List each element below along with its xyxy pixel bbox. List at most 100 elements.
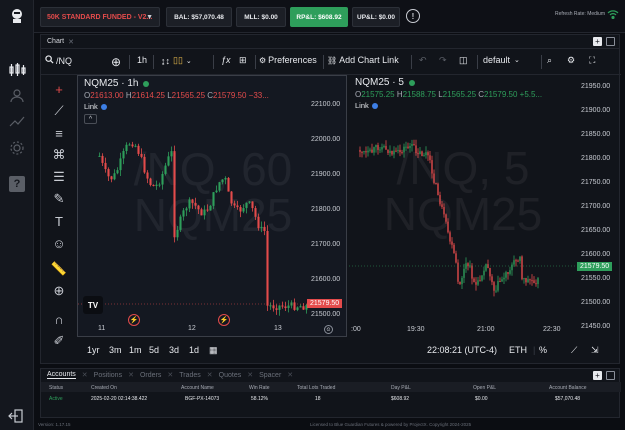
col-day-pnl[interactable]: Day P&L bbox=[391, 385, 411, 391]
fullscreen-icon[interactable]: ⛶ bbox=[589, 55, 595, 66]
horizontal-lines-icon[interactable]: ≡ bbox=[51, 125, 67, 141]
candle-body bbox=[525, 278, 527, 283]
left-link[interactable]: Link bbox=[84, 102, 107, 111]
account-select[interactable]: 50K STANDARD FUNDED - V2... ▼ bbox=[40, 7, 160, 27]
quick-search-icon[interactable]: ⌕ bbox=[547, 55, 552, 66]
interval-button[interactable]: 1h bbox=[137, 55, 147, 65]
tab-trades[interactable]: Trades bbox=[179, 372, 201, 379]
candle-body bbox=[457, 262, 459, 282]
candle-body bbox=[379, 149, 381, 151]
left-high: 21614.25 bbox=[131, 91, 165, 100]
y-tick: 22100.00 bbox=[311, 101, 341, 108]
candle-body bbox=[101, 155, 104, 163]
col-account-name[interactable]: Account Name bbox=[181, 385, 214, 391]
ruler-icon[interactable]: 📏 bbox=[51, 261, 67, 277]
candle-body bbox=[407, 146, 409, 148]
pencil-lock-icon[interactable]: ✐ bbox=[51, 333, 67, 349]
candle-body bbox=[391, 150, 393, 155]
col-created[interactable]: Created On bbox=[91, 385, 117, 391]
brand-logo-icon[interactable] bbox=[7, 6, 27, 26]
trendline-icon[interactable]: ⟋ bbox=[51, 103, 67, 119]
cell-open-pnl: $0.00 bbox=[475, 396, 488, 402]
preferences-button[interactable]: ⚙ Preferences bbox=[259, 55, 317, 65]
add-chart-link-button[interactable]: ⛓ Add Chart Link bbox=[327, 55, 399, 65]
chart-settings-icon[interactable]: ⚙ bbox=[567, 55, 575, 66]
range-3m[interactable]: 3m bbox=[109, 345, 122, 355]
col-account-balance[interactable]: Account Balance bbox=[549, 385, 587, 391]
percent-toggle[interactable]: % bbox=[539, 345, 547, 355]
right-link[interactable]: Link bbox=[355, 101, 378, 110]
chart-panel: Chart ✕ + /NQ ⊕ 1h ↨↕ ▯▯ ⌄ ƒx ⊞ ⚙ Prefer… bbox=[40, 34, 621, 364]
layout-select[interactable]: default ⌄ bbox=[483, 55, 520, 65]
candle-body bbox=[493, 282, 495, 291]
candlestick-chart-icon[interactable] bbox=[7, 60, 27, 80]
col-status[interactable]: Status bbox=[49, 385, 63, 391]
magnet-icon[interactable]: ∩ bbox=[51, 311, 67, 327]
brush-icon[interactable]: ✎ bbox=[51, 191, 67, 207]
candle-body bbox=[215, 190, 218, 193]
candle-body bbox=[167, 156, 170, 166]
tab-quotes[interactable]: Quotes bbox=[219, 372, 242, 379]
range-3d[interactable]: 3d bbox=[169, 345, 179, 355]
tab-orders[interactable]: Orders bbox=[140, 372, 161, 379]
range-1yr[interactable]: 1yr bbox=[87, 345, 100, 355]
maximize-icon[interactable] bbox=[606, 37, 615, 46]
indicators-icon[interactable]: ƒx bbox=[221, 55, 231, 65]
maximize-icon[interactable] bbox=[606, 371, 615, 380]
log-scale-icon[interactable]: ⟋ bbox=[571, 345, 577, 356]
candle-body bbox=[535, 283, 537, 285]
emoji-icon[interactable]: ☺ bbox=[51, 235, 67, 251]
pattern-icon[interactable]: ⌘ bbox=[51, 147, 67, 163]
undo-icon[interactable]: ↶ bbox=[419, 55, 427, 66]
tab-positions[interactable]: Positions bbox=[94, 372, 122, 379]
symbol-search[interactable]: /NQ bbox=[45, 55, 72, 66]
candle-body bbox=[173, 151, 176, 238]
candle-body bbox=[429, 155, 431, 161]
range-1d[interactable]: 1d bbox=[189, 345, 199, 355]
settings-gear-icon[interactable] bbox=[7, 138, 27, 158]
info-icon[interactable]: ! bbox=[406, 9, 420, 23]
candle-body bbox=[221, 179, 224, 183]
candle-body bbox=[529, 279, 531, 281]
table-row[interactable]: Active 2025-02-20 02:14:38.422 BGF-PX-14… bbox=[41, 393, 621, 403]
session-toggle[interactable]: ETH bbox=[509, 345, 527, 355]
refresh-rate-label[interactable]: Refresh Rate: Medium bbox=[555, 11, 605, 17]
right-candles bbox=[349, 139, 577, 297]
candle-body bbox=[287, 305, 290, 309]
crosshair-icon[interactable]: + bbox=[51, 81, 67, 97]
col-open-pnl[interactable]: Open P&L bbox=[473, 385, 496, 391]
chart-type-icon[interactable]: ↨↕ ▯▯ ⌄ bbox=[161, 55, 192, 66]
col-win-rate[interactable]: Win Rate bbox=[249, 385, 270, 391]
range-5d[interactable]: 5d bbox=[149, 345, 159, 355]
calendar-icon[interactable]: ▦ bbox=[209, 345, 218, 356]
tab-chart[interactable]: Chart bbox=[47, 38, 64, 45]
auto-scale-icon[interactable]: ⇲ bbox=[591, 345, 599, 356]
logout-icon[interactable] bbox=[8, 408, 26, 424]
layout-split-icon[interactable]: ◫ bbox=[459, 55, 468, 66]
templates-grid-icon[interactable]: ⊞ bbox=[239, 55, 247, 66]
fib-icon[interactable]: ☰ bbox=[51, 169, 67, 185]
redo-icon[interactable]: ↷ bbox=[439, 55, 447, 66]
range-1m[interactable]: 1m bbox=[129, 345, 142, 355]
text-tool-icon[interactable]: T bbox=[51, 213, 67, 229]
users-icon[interactable] bbox=[7, 86, 27, 106]
candle-body bbox=[284, 306, 287, 309]
zoom-in-icon[interactable]: ⊕ bbox=[51, 283, 67, 299]
gear-icon: ⚙ bbox=[259, 55, 267, 65]
trend-icon[interactable] bbox=[7, 112, 27, 132]
close-tab-icon[interactable]: ✕ bbox=[68, 38, 74, 46]
chart-right-5m[interactable]: /NQ, 5 NQM25 NQM25 · 5 O21575.25 H21588.… bbox=[349, 75, 577, 337]
tradingview-logo-icon[interactable]: TV bbox=[83, 296, 103, 314]
add-symbol-icon[interactable]: ⊕ bbox=[111, 55, 121, 69]
candle-body bbox=[389, 150, 391, 153]
collapse-legend-icon[interactable]: ^ bbox=[84, 114, 97, 124]
add-panel-icon[interactable]: + bbox=[593, 371, 602, 380]
add-panel-icon[interactable]: + bbox=[593, 37, 602, 46]
help-icon[interactable]: ? bbox=[9, 176, 25, 192]
clock[interactable]: 22:08:21 (UTC-4) bbox=[427, 345, 497, 355]
tab-spacer[interactable]: Spacer bbox=[259, 372, 281, 379]
y-tick: 21600.00 bbox=[311, 276, 341, 283]
tab-accounts[interactable]: Accounts bbox=[47, 371, 76, 379]
candle-body bbox=[475, 282, 477, 285]
col-total-lots[interactable]: Total Lots Traded bbox=[297, 385, 335, 391]
